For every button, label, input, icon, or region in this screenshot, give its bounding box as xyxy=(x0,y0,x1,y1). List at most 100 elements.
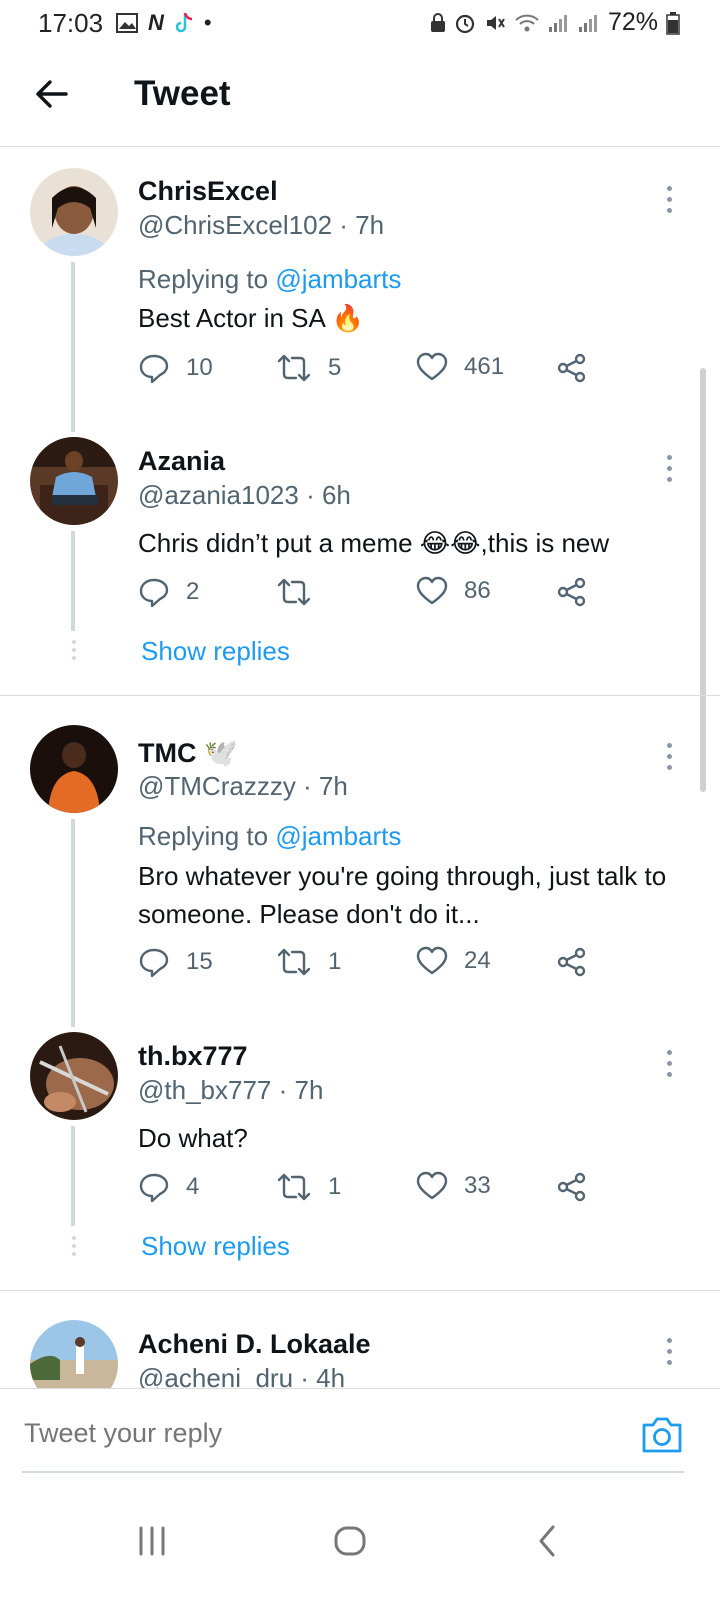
tweet-handle[interactable]: @TMCrazzzy · 7h xyxy=(138,771,348,802)
retweet-icon xyxy=(277,354,311,382)
retweet-count: 1 xyxy=(328,1173,342,1200)
tweet-actions: 10 5 461 xyxy=(138,352,598,392)
heart-icon xyxy=(416,946,448,975)
tweet-author-name[interactable]: Azania xyxy=(138,446,225,477)
reply-button[interactable]: 2 xyxy=(138,576,199,608)
reply-icon xyxy=(139,1173,169,1203)
tweet-author-name[interactable]: ChrisExcel xyxy=(138,176,278,207)
header: Tweet xyxy=(0,46,720,147)
tweet-actions: 4 1 33 xyxy=(138,1171,598,1211)
more-options-icon[interactable] xyxy=(663,743,675,776)
share-icon xyxy=(557,577,586,607)
wifi-icon xyxy=(515,14,539,31)
retweet-button[interactable]: 1 xyxy=(276,946,341,978)
retweet-count: 1 xyxy=(328,948,342,975)
like-count: 86 xyxy=(464,577,491,604)
reply-count: 4 xyxy=(186,1173,200,1200)
retweet-icon xyxy=(277,948,311,976)
like-button[interactable]: 461 xyxy=(416,352,504,382)
tweet-text: Best Actor in SA 🔥 xyxy=(138,303,365,333)
thread-dots xyxy=(72,640,76,664)
heart-icon xyxy=(416,576,448,605)
reply-button[interactable]: 15 xyxy=(138,946,213,978)
reply-icon xyxy=(139,354,169,384)
home-icon[interactable] xyxy=(320,1516,380,1566)
show-replies-link[interactable]: Show replies xyxy=(141,1231,290,1262)
reply-button[interactable]: 10 xyxy=(138,352,213,384)
reply-button[interactable]: 4 xyxy=(138,1171,199,1203)
alarm-icon xyxy=(455,14,475,33)
share-button[interactable] xyxy=(556,352,588,384)
tweet-author-name[interactable]: th.bx777 xyxy=(138,1041,248,1072)
share-icon xyxy=(557,353,586,383)
share-button[interactable] xyxy=(556,576,588,608)
more-options-icon[interactable] xyxy=(663,1338,675,1371)
like-count: 461 xyxy=(464,353,505,380)
signal-icon xyxy=(578,14,597,32)
avatar[interactable] xyxy=(30,725,118,813)
battery-percent: 72% xyxy=(607,8,658,36)
like-button[interactable]: 86 xyxy=(416,576,491,606)
back-arrow-icon[interactable] xyxy=(30,72,74,116)
tweet-actions: 2 86 xyxy=(138,576,598,616)
share-button[interactable] xyxy=(556,1171,588,1203)
lock-icon xyxy=(430,12,445,32)
like-count: 24 xyxy=(464,947,491,974)
gallery-icon xyxy=(116,13,138,33)
status-time: 17:03 xyxy=(38,8,104,38)
reply-composer xyxy=(0,1388,720,1485)
dot-icon: • xyxy=(203,10,212,35)
retweet-icon xyxy=(277,578,311,606)
retweet-count: 5 xyxy=(328,354,342,381)
mention-link[interactable]: @jambarts xyxy=(275,821,401,851)
back-nav-icon[interactable] xyxy=(518,1516,578,1566)
divider xyxy=(0,695,720,696)
mention-link[interactable]: @jambarts xyxy=(275,264,401,294)
tweet-text: Chris didn’t put a meme 😂😂,this is new xyxy=(138,528,610,558)
more-options-icon[interactable] xyxy=(663,186,675,219)
avatar[interactable] xyxy=(30,437,118,525)
more-options-icon[interactable] xyxy=(663,455,675,488)
tweet-handle[interactable]: @th_bx777 · 7h xyxy=(138,1075,323,1106)
scrollbar[interactable] xyxy=(700,368,706,792)
avatar[interactable] xyxy=(30,168,118,256)
retweet-icon xyxy=(277,1173,311,1201)
show-replies-link[interactable]: Show replies xyxy=(141,636,290,667)
reply-underline xyxy=(22,1471,684,1473)
share-icon xyxy=(557,947,586,977)
heart-icon xyxy=(416,352,448,381)
avatar[interactable] xyxy=(30,1032,118,1120)
signal-icon xyxy=(548,14,567,32)
tweet-handle[interactable]: @azania1023 · 6h xyxy=(138,480,351,511)
retweet-button[interactable]: 1 xyxy=(276,1171,341,1203)
thread-line xyxy=(71,1126,75,1226)
reply-icon xyxy=(139,948,169,978)
recent-apps-icon[interactable] xyxy=(122,1516,182,1566)
tweet-handle[interactable]: @ChrisExcel102 · 7h xyxy=(138,210,384,241)
tweet-actions: 15 1 24 xyxy=(138,946,598,986)
thread-line xyxy=(71,262,75,432)
reply-count: 2 xyxy=(186,578,200,605)
replying-to: Replying to @jambarts xyxy=(138,821,402,851)
tweet-author-name[interactable]: TMC 🕊️ xyxy=(138,737,238,769)
like-button[interactable]: 33 xyxy=(416,1171,491,1201)
replying-to: Replying to @jambarts xyxy=(138,264,402,294)
tweet-text: Bro whatever you're going through, just … xyxy=(138,861,667,929)
system-nav-bar xyxy=(0,1486,720,1600)
like-button[interactable]: 24 xyxy=(416,946,491,976)
like-count: 33 xyxy=(464,1172,491,1199)
thread-line xyxy=(71,819,75,1027)
retweet-button[interactable] xyxy=(276,576,328,608)
reply-count: 15 xyxy=(186,948,213,975)
n-app-icon: N xyxy=(148,10,164,35)
tweet-author-name[interactable]: Acheni D. Lokaale xyxy=(138,1329,371,1360)
reply-input[interactable] xyxy=(22,1417,626,1450)
reply-icon xyxy=(139,578,169,608)
share-icon xyxy=(557,1172,586,1202)
camera-icon[interactable] xyxy=(640,1415,684,1455)
more-options-icon[interactable] xyxy=(663,1050,675,1083)
tiktok-icon xyxy=(175,12,192,33)
retweet-button[interactable]: 5 xyxy=(276,352,341,384)
share-button[interactable] xyxy=(556,946,588,978)
thread-line xyxy=(71,531,75,631)
